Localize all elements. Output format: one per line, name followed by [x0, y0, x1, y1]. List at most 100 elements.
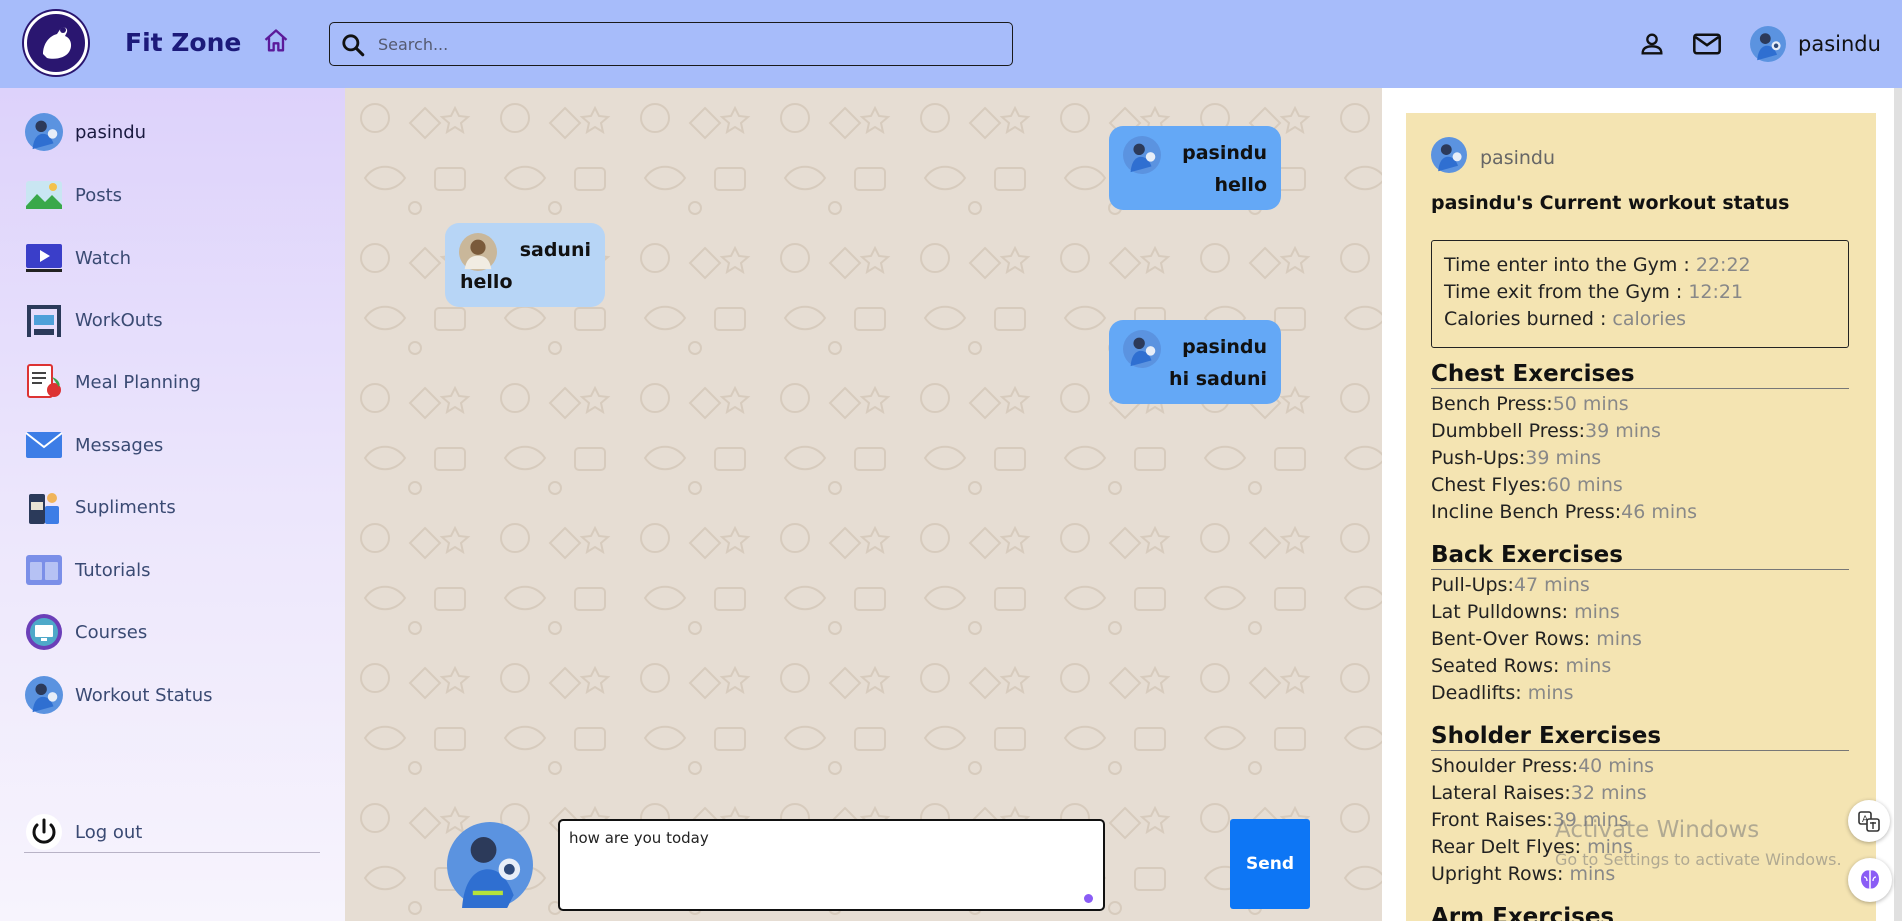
message-input[interactable]: how are you today — [569, 829, 1089, 901]
message-sender: saduni — [519, 239, 591, 261]
message-sender: pasindu — [1182, 336, 1267, 358]
composer-avatar — [447, 822, 533, 908]
sidebar-item-tutorials[interactable]: Tutorials — [24, 548, 324, 592]
sender-avatar — [1123, 136, 1161, 174]
search-icon[interactable] — [340, 32, 366, 58]
video-icon — [24, 238, 64, 278]
exercise-name: Incline Bench Press: — [1431, 501, 1622, 523]
gym-enter-value: 22:22 — [1695, 254, 1751, 276]
exercise-duration: 39 mins — [1525, 447, 1602, 469]
exercise-name: Lateral Raises: — [1431, 782, 1571, 804]
envelope-icon — [24, 425, 64, 465]
exercise-name: Lat Pulldowns: — [1431, 601, 1575, 623]
mail-icon[interactable] — [1692, 30, 1722, 58]
workout-status-panel: pasindu pasindu's Current workout status… — [1382, 88, 1902, 921]
exercise-row: Incline Bench Press:46 mins — [1431, 499, 1849, 526]
sender-avatar — [1123, 330, 1161, 368]
exercise-duration: 50 mins — [1552, 393, 1629, 415]
sidebar-item-label: Meal Planning — [75, 371, 201, 393]
sidebar-item-workout-status[interactable]: Workout Status — [24, 673, 324, 717]
sidebar-item-label: Workout Status — [75, 684, 213, 706]
activate-windows-subtitle: Go to Settings to activate Windows. — [1555, 850, 1842, 869]
logout-button[interactable]: Log out — [24, 810, 324, 854]
exercise-name: Shoulder Press: — [1431, 755, 1579, 777]
courses-icon — [24, 612, 64, 652]
search-input[interactable] — [378, 29, 998, 59]
exercise-duration: 40 mins — [1578, 755, 1655, 777]
gym-exit-value: 12:21 — [1688, 281, 1744, 303]
exercise-name: Bench Press: — [1431, 393, 1553, 415]
exercise-row: Lateral Raises:32 mins — [1431, 780, 1849, 807]
exercise-name: Deadlifts: — [1431, 682, 1528, 704]
exercise-name: Upright Rows: — [1431, 863, 1570, 885]
status-title: pasindu's Current workout status — [1431, 192, 1790, 214]
exercise-row: Pull-Ups:47 mins — [1431, 572, 1849, 599]
exercise-row: Lat Pulldowns: mins — [1431, 599, 1849, 626]
calories-row: Calories burned : calories — [1444, 306, 1836, 333]
exercise-section-back: Back Exercises Pull-Ups:47 mins Lat Pull… — [1431, 542, 1849, 707]
logout-label: Log out — [75, 821, 143, 843]
exercise-row: Chest Flyes:60 mins — [1431, 472, 1849, 499]
send-button[interactable]: Send — [1230, 819, 1310, 909]
sidebar-item-label: pasindu — [75, 121, 147, 143]
exercise-duration: mins — [1527, 682, 1574, 704]
gym-exit-row: Time exit from the Gym : 12:21 — [1444, 279, 1836, 306]
message-sender: pasindu — [1182, 142, 1267, 164]
calories-value: calories — [1612, 308, 1687, 330]
search-bar — [329, 22, 1013, 66]
status-user-avatar — [1431, 137, 1467, 173]
sidebar-item-meal-planning[interactable]: Meal Planning — [24, 360, 324, 404]
brand-name[interactable]: Fit Zone — [125, 28, 241, 57]
gym-enter-label: Time enter into the Gym : — [1444, 254, 1696, 276]
message-text: hi saduni — [1169, 368, 1267, 390]
sidebar-item-label: WorkOuts — [75, 309, 163, 331]
sidebar-item-label: Messages — [75, 434, 164, 456]
sidebar-item-courses[interactable]: Courses — [24, 610, 324, 654]
power-icon — [24, 812, 64, 852]
profile-icon[interactable] — [1638, 30, 1666, 58]
sidebar-item-workouts[interactable]: WorkOuts — [24, 298, 324, 342]
message-text: hello — [460, 271, 513, 293]
fitzone-logo[interactable] — [24, 11, 88, 75]
image-icon — [24, 175, 64, 215]
sender-avatar — [459, 233, 497, 271]
status-username: pasindu — [1480, 147, 1556, 169]
exercise-row: Deadlifts: mins — [1431, 680, 1849, 707]
chat-panel: pasindu hello saduni hello pasindu hi sa… — [345, 88, 1382, 921]
header-username[interactable]: pasindu — [1798, 32, 1881, 56]
exercise-name: Seated Rows: — [1431, 655, 1566, 677]
sidebar-item-label: Watch — [75, 247, 132, 269]
exercise-duration: 46 mins — [1621, 501, 1698, 523]
exercise-section-chest: Chest Exercises Bench Press:50 mins Dumb… — [1431, 361, 1849, 526]
user-avatar[interactable] — [1750, 26, 1786, 62]
right-panel-scrollbar[interactable] — [1894, 88, 1902, 921]
sidebar-item-watch[interactable]: Watch — [24, 236, 324, 280]
exercise-duration: mins — [1565, 655, 1612, 677]
message-bubble-sent: pasindu hi saduni — [1109, 320, 1281, 404]
exercise-row: Push-Ups:39 mins — [1431, 445, 1849, 472]
section-heading: Chest Exercises — [1431, 361, 1849, 389]
translate-icon[interactable]: A — [1848, 800, 1890, 842]
sidebar-item-label: Courses — [75, 621, 148, 643]
tutorial-icon — [24, 550, 64, 590]
sidebar-item-posts[interactable]: Posts — [24, 173, 324, 217]
sidebar-item-profile[interactable]: pasindu — [24, 110, 324, 154]
exercise-name: Push-Ups: — [1431, 447, 1526, 469]
chat-background-pattern — [345, 88, 1382, 921]
grammar-dot-icon[interactable] — [1084, 894, 1093, 903]
exercise-duration: 39 mins — [1585, 420, 1661, 442]
sidebar-item-messages[interactable]: Messages — [24, 423, 324, 467]
exercise-row: Dumbbell Press:39 mins — [1431, 418, 1849, 445]
exercise-row: Shoulder Press:40 mins — [1431, 753, 1849, 780]
exercise-section-arm: Arm Exercises — [1431, 904, 1849, 921]
ai-assistant-icon[interactable] — [1848, 858, 1892, 902]
message-bubble-sent: pasindu hello — [1109, 126, 1281, 210]
exercise-name: Front Raises: — [1431, 809, 1553, 831]
gym-time-box: Time enter into the Gym : 22:22 Time exi… — [1431, 240, 1849, 348]
home-icon[interactable] — [262, 27, 290, 55]
sidebar-item-supliments[interactable]: Supliments — [24, 485, 324, 529]
sidebar: pasindu Posts Watch WorkOuts Meal Planni… — [0, 88, 345, 921]
workout-status-card: pasindu pasindu's Current workout status… — [1406, 113, 1876, 921]
exercise-name: Chest Flyes: — [1431, 474, 1547, 496]
exercise-row: Bent-Over Rows: mins — [1431, 626, 1849, 653]
